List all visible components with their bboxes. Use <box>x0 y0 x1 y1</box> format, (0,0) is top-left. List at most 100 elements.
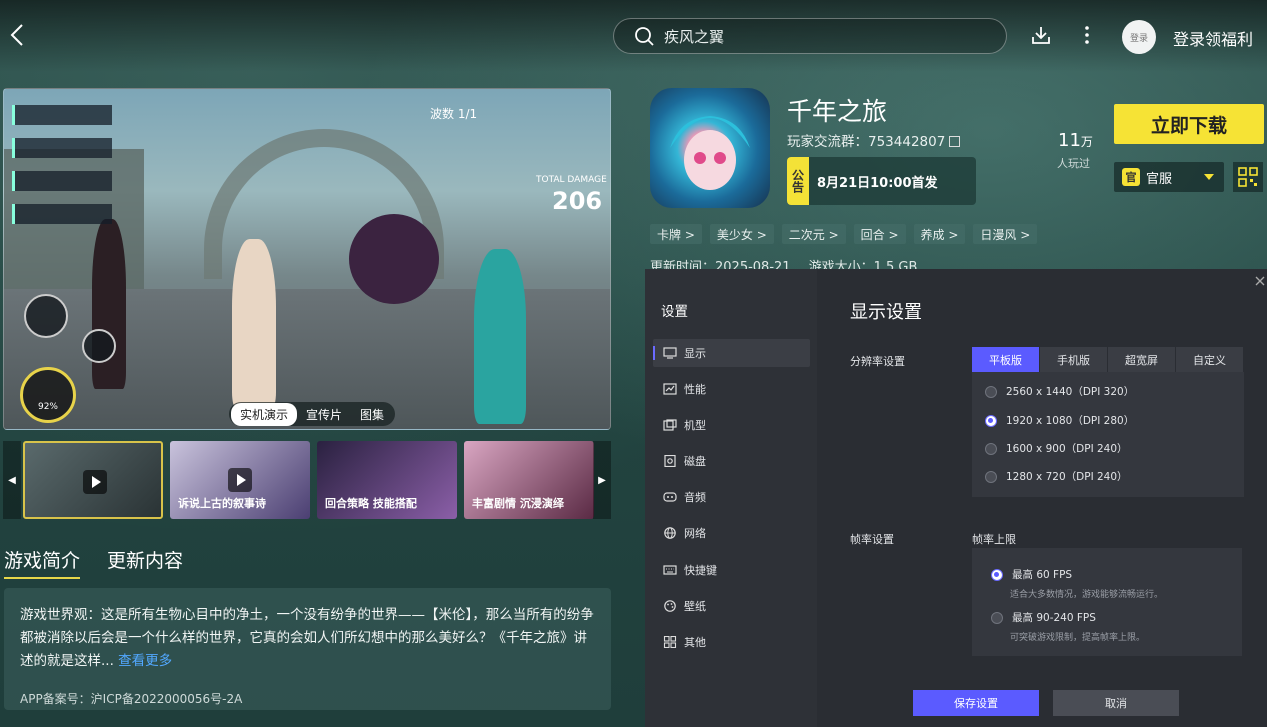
settings-nav-network[interactable]: 网络 <box>653 519 810 547</box>
notice-banner[interactable]: 公告 8月21日10:00首发 <box>787 157 976 205</box>
login-avatar[interactable]: 登录 <box>1122 20 1156 54</box>
download-now-button[interactable]: 立即下载 <box>1114 104 1264 144</box>
thumbnail-prev-arrow[interactable]: ◀ <box>3 441 21 519</box>
notice-badge: 公告 <box>787 157 809 205</box>
settings-title: 显示设置 <box>850 302 922 323</box>
cancel-button[interactable]: 取消 <box>1053 690 1179 716</box>
party-member-bar <box>12 105 112 125</box>
search-bar[interactable]: 疾风之翼 <box>613 18 1007 54</box>
wave-value: 1/1 <box>457 107 478 121</box>
see-more-link[interactable]: 查看更多 <box>118 653 172 669</box>
icp-record: APP备案号：沪ICP备2022000056号-2A <box>20 692 243 706</box>
resolution-option-label: 1920 x 1080（DPI 280） <box>1006 415 1135 427</box>
radio-button[interactable] <box>985 470 997 483</box>
resolution-option-label: 1280 x 720（DPI 240） <box>1006 471 1128 483</box>
resolution-option[interactable]: 1920 x 1080（DPI 280） <box>985 413 1134 428</box>
player-group-text: 玩家交流群：753442807 <box>787 134 946 150</box>
game-title: 千年之旅 <box>787 97 888 126</box>
thumbnail-caption: 回合策略 技能搭配 <box>325 497 417 510</box>
resolution-option[interactable]: 2560 x 1440（DPI 320） <box>985 384 1134 399</box>
download-icon[interactable] <box>1031 25 1051 45</box>
players-count-number: 11 <box>1058 130 1081 151</box>
back-icon[interactable] <box>8 22 28 48</box>
media-tab-gallery[interactable]: 图集 <box>351 403 393 426</box>
thumbnail-item[interactable]: 丰富剧情 沉浸演绎 <box>464 441 594 519</box>
thumbnail-item[interactable]: 回合策略 技能搭配 <box>317 441 457 519</box>
save-settings-button[interactable]: 保存设置 <box>913 690 1039 716</box>
fps-option-label: 最高 90-240 FPS <box>1012 612 1096 624</box>
media-viewer[interactable]: 波数 1/1 TOTAL DAMAGE 206 92% 实机演示 宣传片 图集 <box>3 88 611 430</box>
settings-nav-device[interactable]: 机型 <box>653 411 810 439</box>
intro-description: 游戏世界观：这是所有生物心目中的净土，一个没有纷争的世界——【米伦】，那么当所有… <box>20 607 594 669</box>
fps-option-label: 最高 60 FPS <box>1012 569 1073 581</box>
skill-button <box>24 294 68 338</box>
tag-item[interactable]: 二次元 > <box>781 224 846 244</box>
character-figure <box>92 219 126 389</box>
resolution-option[interactable]: 1280 x 720（DPI 240） <box>985 469 1128 484</box>
resolution-option-label: 2560 x 1440（DPI 320） <box>1006 386 1135 398</box>
radio-button[interactable] <box>985 442 997 455</box>
tab-update-content[interactable]: 更新内容 <box>107 546 183 573</box>
keyboard-icon <box>663 565 677 575</box>
radio-button[interactable] <box>985 385 997 398</box>
settings-nav-disk[interactable]: 磁盘 <box>653 447 810 475</box>
tag-item[interactable]: 养成 > <box>913 224 966 244</box>
media-tab-gameplay[interactable]: 实机演示 <box>231 402 298 426</box>
party-member-bar <box>12 204 112 224</box>
close-icon[interactable] <box>1254 275 1266 287</box>
tag-item[interactable]: 回合 > <box>853 224 906 244</box>
settings-nav-audio[interactable]: 音频 <box>653 483 810 511</box>
device-icon <box>663 419 677 431</box>
fps-option[interactable]: 最高 60 FPS <box>991 567 1072 582</box>
resolution-tab-ultrawide[interactable]: 超宽屏 <box>1108 347 1176 372</box>
settings-nav-label: 其他 <box>684 636 706 649</box>
tag-item[interactable]: 卡牌 > <box>650 224 702 244</box>
settings-sidebar-title: 设置 <box>661 304 688 320</box>
qr-code-button[interactable] <box>1233 162 1263 192</box>
resolution-label: 分辨率设置 <box>850 355 905 368</box>
resolution-option-label: 1600 x 900（DPI 240） <box>1006 443 1128 455</box>
settings-nav-wallpaper[interactable]: 壁纸 <box>653 592 810 620</box>
radio-button[interactable] <box>991 611 1003 624</box>
disk-icon <box>664 455 676 467</box>
radio-button[interactable] <box>991 568 1003 581</box>
play-icon <box>228 468 252 492</box>
play-icon <box>83 470 107 494</box>
thumbnail-item[interactable] <box>23 441 163 519</box>
settings-nav-performance[interactable]: 性能 <box>653 375 810 403</box>
skill-button <box>82 329 116 363</box>
party-hud <box>12 105 112 237</box>
player-group: 玩家交流群：753442807 <box>787 130 961 150</box>
radio-button[interactable] <box>985 414 997 427</box>
resolution-tab-custom[interactable]: 自定义 <box>1176 347 1244 372</box>
settings-nav-shortcuts[interactable]: 快捷键 <box>653 556 810 584</box>
more-icon[interactable] <box>1078 25 1096 45</box>
settings-nav-label: 磁盘 <box>684 455 706 468</box>
copy-icon[interactable] <box>949 136 961 147</box>
search-icon <box>635 27 654 46</box>
thumbnail-next-arrow[interactable]: ▶ <box>593 441 611 519</box>
media-tab-trailer[interactable]: 宣传片 <box>297 403 351 426</box>
wallpaper-icon <box>664 600 676 612</box>
thumbnail-item[interactable]: 诉说上古的叙事诗 <box>170 441 310 519</box>
server-select[interactable]: 官 官服 <box>1114 162 1224 192</box>
settings-nav-other[interactable]: 其他 <box>653 628 810 656</box>
server-label: 官服 <box>1146 171 1173 187</box>
resolution-option[interactable]: 1600 x 900（DPI 240） <box>985 441 1128 456</box>
fps-option-desc: 适合大多数情况，游戏能够流畅运行。 <box>1010 590 1164 600</box>
settings-nav-label: 机型 <box>684 419 706 432</box>
settings-nav-label: 网络 <box>684 527 706 540</box>
wave-label: 波数 <box>430 107 455 121</box>
fps-option[interactable]: 最高 90-240 FPS <box>991 610 1096 625</box>
tag-item[interactable]: 美少女 > <box>709 224 774 244</box>
resolution-tab-tablet[interactable]: 平板版 <box>972 347 1040 372</box>
resolution-tab-phone[interactable]: 手机版 <box>1040 347 1108 372</box>
wave-counter: 波数 1/1 <box>430 105 477 122</box>
app-icon <box>650 88 770 208</box>
settings-nav-display[interactable]: 显示 <box>653 339 810 367</box>
tag-item[interactable]: 日漫风 > <box>973 224 1038 244</box>
tab-game-intro[interactable]: 游戏简介 <box>4 546 81 579</box>
login-link[interactable]: 登录领福利 <box>1173 26 1253 50</box>
settings-nav-label: 性能 <box>684 383 706 396</box>
players-count-unit: 万 <box>1080 135 1093 149</box>
